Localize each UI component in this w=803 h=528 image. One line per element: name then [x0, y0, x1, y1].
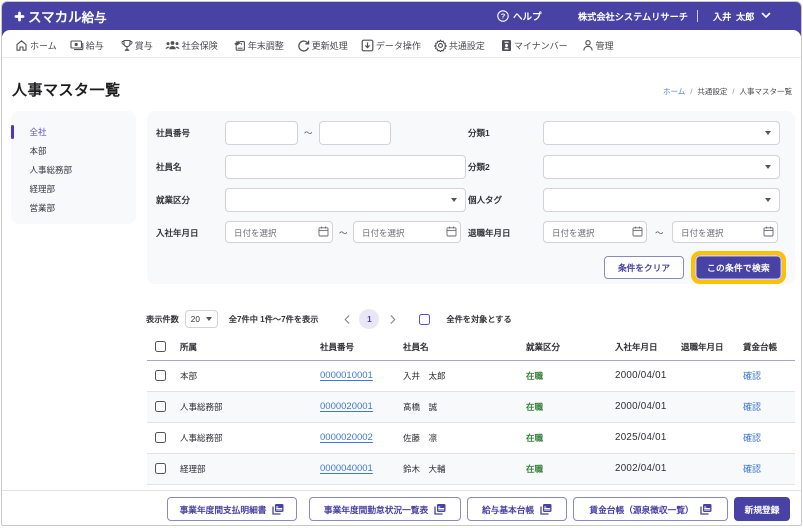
svg-text:?: ? — [501, 12, 506, 21]
